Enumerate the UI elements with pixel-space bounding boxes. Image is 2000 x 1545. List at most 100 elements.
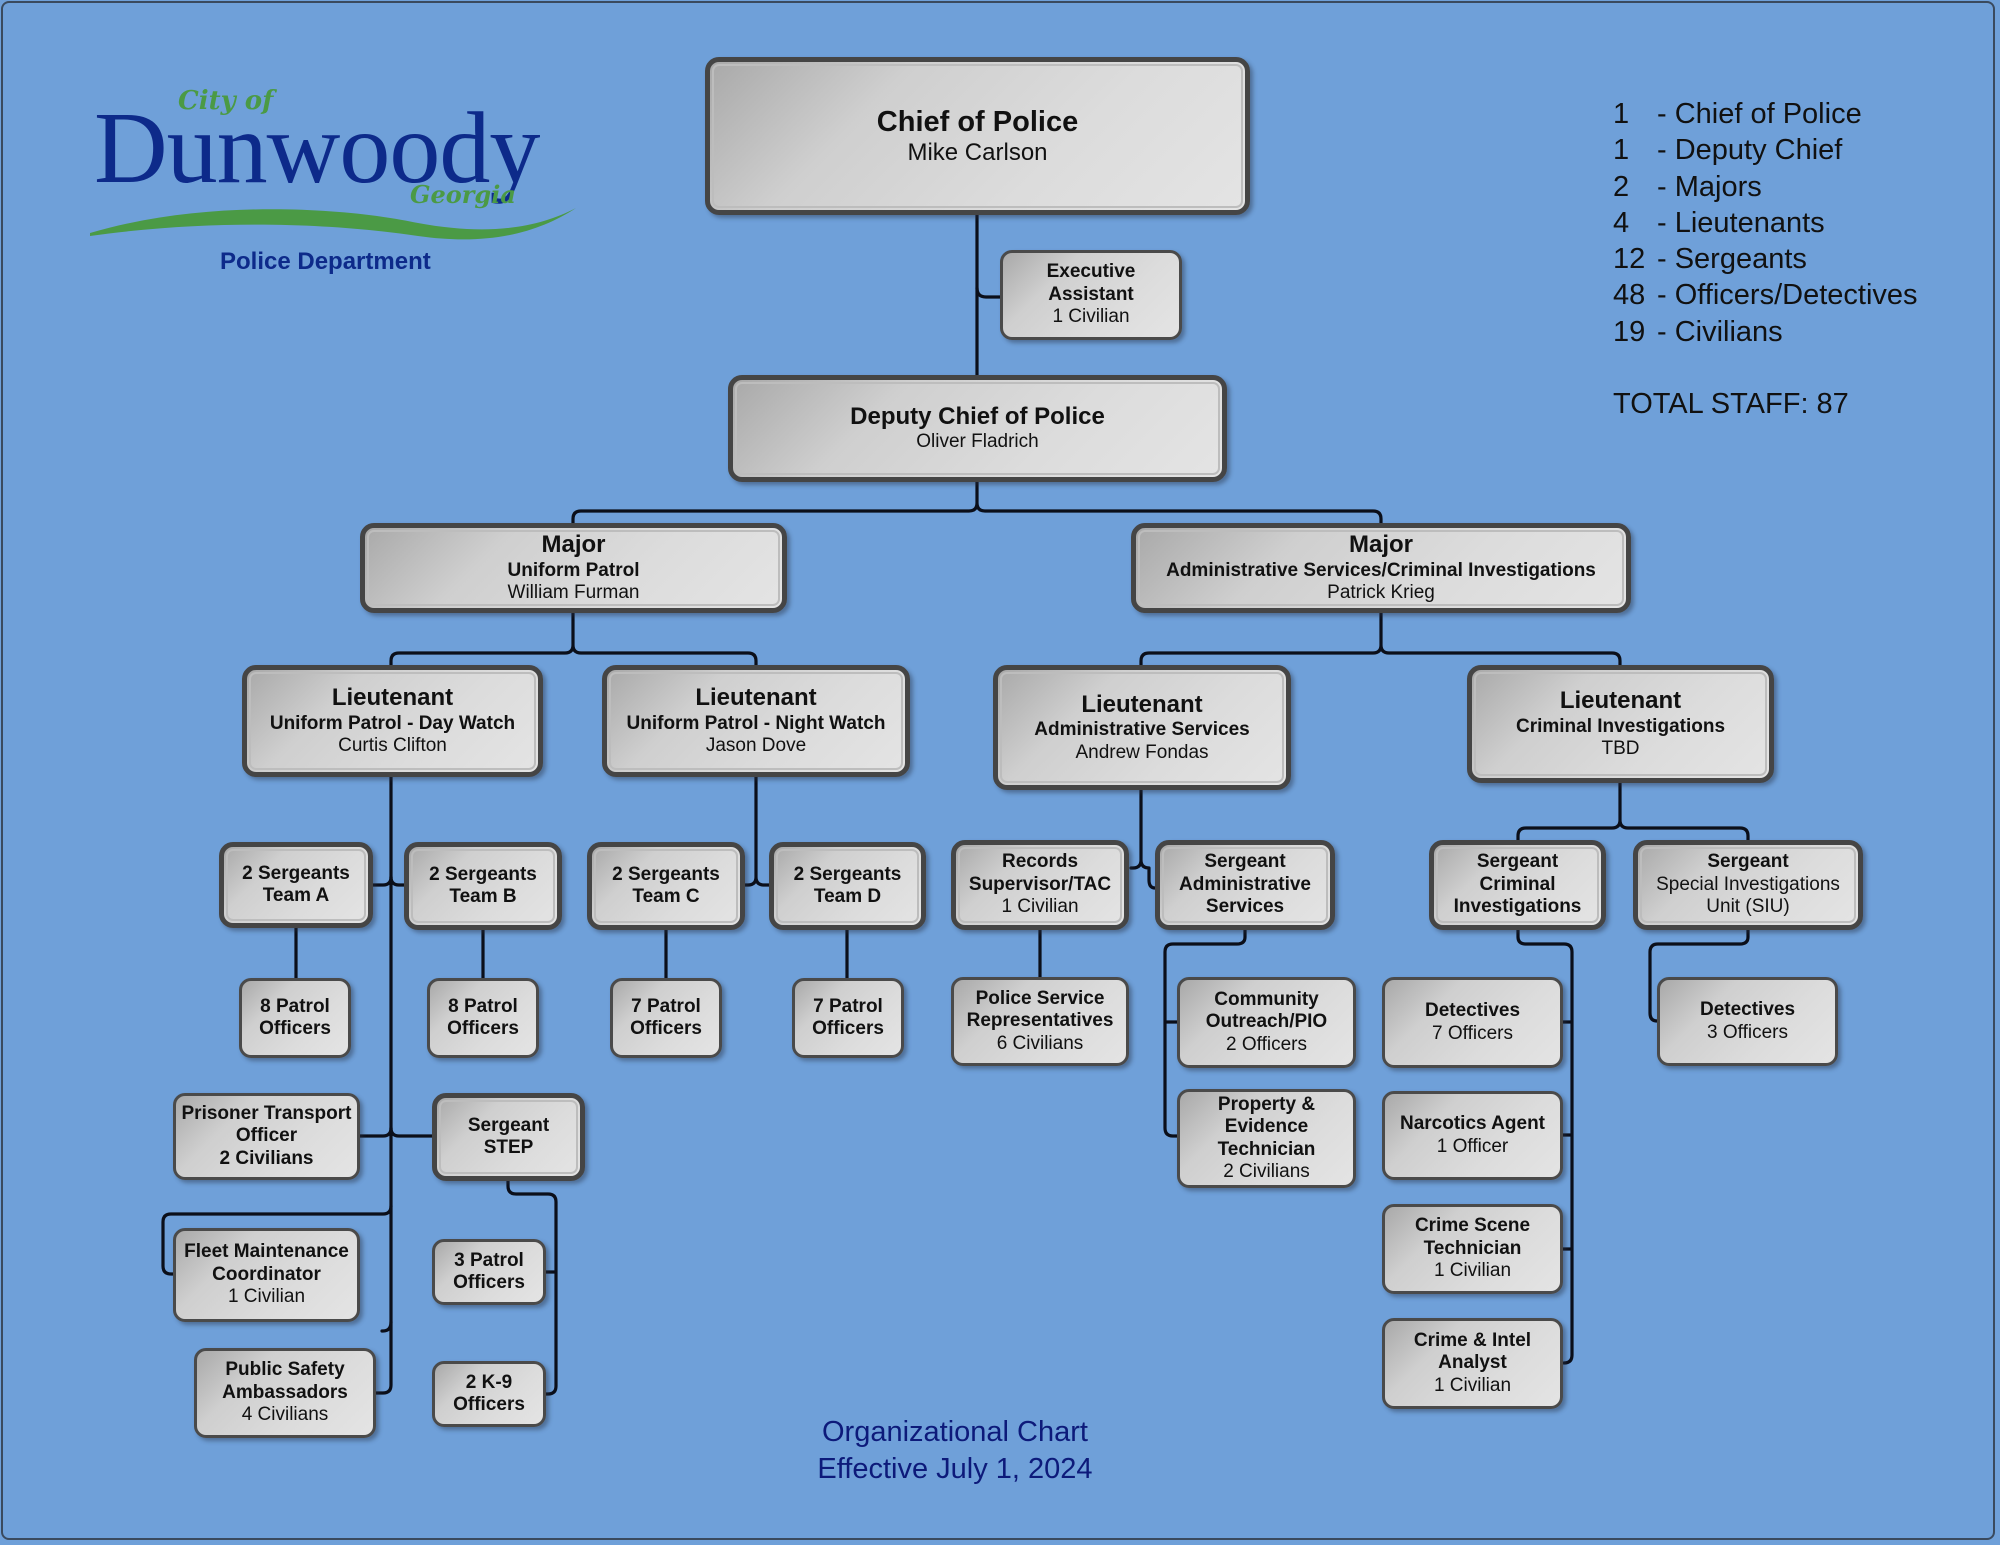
node-detectives-ci[interactable]: Detectives 7 Officers xyxy=(1382,977,1563,1068)
node-line1: 2 Sergeants xyxy=(242,862,350,884)
node-lt-night-watch[interactable]: Lieutenant Uniform Patrol - Night Watch … xyxy=(602,665,910,777)
node-police-service-reps[interactable]: Police Service Representatives 6 Civilia… xyxy=(951,977,1129,1066)
legend-row: 19 - Civilians xyxy=(1613,314,1918,350)
node-title: Executive Assistant xyxy=(1046,261,1136,305)
node-line2: Analyst xyxy=(1438,1352,1507,1374)
node-name: Curtis Clifton xyxy=(338,735,447,757)
node-lt-criminal-investigations[interactable]: Lieutenant Criminal Investigations TBD xyxy=(1467,665,1774,783)
node-name: Mike Carlson xyxy=(907,138,1048,166)
node-line2: Team D xyxy=(813,886,882,907)
node-line3: Services xyxy=(1205,896,1285,918)
node-line2: Team A xyxy=(262,885,330,906)
node-detectives-siu[interactable]: Detectives 3 Officers xyxy=(1657,977,1838,1066)
node-patrol-officers-a[interactable]: 8 Patrol Officers xyxy=(239,978,351,1058)
node-patrol-officers-d[interactable]: 7 Patrol Officers xyxy=(792,978,904,1058)
connector-major-as-lts xyxy=(1139,611,1622,667)
node-line1: 2 K-9 xyxy=(465,1371,513,1393)
legend-count: 1 xyxy=(1613,134,1630,167)
node-line1: Public Safety xyxy=(225,1359,345,1381)
connector-prisoner xyxy=(358,1126,393,1138)
legend-count: 48 xyxy=(1613,279,1646,312)
node-sergeant-siu[interactable]: Sergeant Special Investigations Unit (SI… xyxy=(1633,840,1863,930)
node-crime-scene-technician[interactable]: Crime Scene Technician 1 Civilian xyxy=(1382,1204,1563,1294)
node-line2: Team B xyxy=(449,886,517,907)
node-line1: Records xyxy=(1001,851,1079,873)
node-staff: 3 Officers xyxy=(1707,1021,1788,1043)
legend-count: 1 xyxy=(1613,98,1630,130)
node-crime-intel-analyst[interactable]: Crime & Intel Analyst 1 Civilian xyxy=(1382,1318,1563,1409)
node-line2: Representatives xyxy=(966,1010,1114,1032)
node-step-patrol-officers[interactable]: 3 Patrol Officers xyxy=(432,1239,546,1305)
node-line2: Supervisor/TAC xyxy=(968,873,1112,895)
node-unit: Uniform Patrol - Day Watch xyxy=(269,712,516,734)
legend-label: - Civilians xyxy=(1657,315,1783,348)
node-line2: Officer xyxy=(235,1125,298,1147)
node-title: Deputy Chief of Police xyxy=(850,403,1105,431)
node-line1: 8 Patrol xyxy=(448,995,518,1017)
node-title: Lieutenant xyxy=(331,684,454,712)
node-title: Lieutenant xyxy=(1081,690,1203,718)
node-lt-day-watch[interactable]: Lieutenant Uniform Patrol - Day Watch Cu… xyxy=(242,665,543,777)
node-staff: 1 Civilian xyxy=(1001,896,1079,918)
node-unit: Administrative Services/Criminal Investi… xyxy=(1166,559,1596,581)
node-step-k9-officers[interactable]: 2 K-9 Officers xyxy=(432,1361,546,1427)
node-line2: STEP xyxy=(483,1137,534,1158)
node-fleet-maintenance[interactable]: Fleet Maintenance Coordinator 1 Civilian xyxy=(173,1228,360,1322)
legend-label: - Lieutenants xyxy=(1657,206,1825,239)
node-sergeant-criminal-investigations[interactable]: Sergeant Criminal Investigations xyxy=(1429,840,1606,930)
node-lt-admin-services[interactable]: Lieutenant Administrative Services Andre… xyxy=(993,665,1291,790)
node-property-evidence[interactable]: Property & Evidence Technician 2 Civilia… xyxy=(1177,1089,1356,1188)
node-name: Oliver Fladrich xyxy=(916,431,1039,453)
legend-label: - Officers/Detectives xyxy=(1657,279,1918,312)
footer-effective-date: Effective July 1, 2024 xyxy=(817,1453,1093,1485)
node-major-uniform-patrol[interactable]: Major Uniform Patrol William Furman xyxy=(360,523,787,613)
node-staff: 1 Civilian xyxy=(227,1286,306,1308)
node-community-outreach[interactable]: Community Outreach/PIO 2 Officers xyxy=(1177,977,1356,1068)
node-staff: 2 Civilians xyxy=(1223,1160,1310,1182)
node-chief-of-police[interactable]: Chief of Police Mike Carlson xyxy=(705,57,1250,215)
node-staff: 7 Officers xyxy=(1432,1022,1513,1044)
node-unit: Administrative Services xyxy=(1034,719,1250,741)
node-records-supervisor[interactable]: Records Supervisor/TAC 1 Civilian xyxy=(951,840,1129,930)
legend-count: 12 xyxy=(1613,243,1646,276)
node-prisoner-transport[interactable]: Prisoner Transport Officer 2 Civilians xyxy=(173,1093,360,1180)
logo-swoosh-icon xyxy=(90,208,576,240)
node-sergeant-admin-services[interactable]: Sergeant Administrative Services xyxy=(1155,840,1335,930)
connector-major-up-lts xyxy=(389,611,758,667)
node-patrol-officers-c[interactable]: 7 Patrol Officers xyxy=(610,978,722,1058)
node-name: Andrew Fondas xyxy=(1075,741,1209,763)
node-title: Major xyxy=(541,531,606,559)
legend-row: 12 - Sergeants xyxy=(1613,241,1918,277)
legend-count: 2 xyxy=(1613,170,1630,203)
node-line2: Criminal xyxy=(1479,873,1556,895)
node-executive-assistant[interactable]: Executive Assistant 1 Civilian xyxy=(1000,250,1182,340)
node-narcotics-agent[interactable]: Narcotics Agent 1 Officer xyxy=(1382,1091,1563,1180)
connector-lt-ci-trunk xyxy=(1516,781,1750,842)
node-patrol-officers-b[interactable]: 8 Patrol Officers xyxy=(427,978,539,1058)
node-line1: 2 Sergeants xyxy=(429,863,537,885)
node-sergeants-team-a[interactable]: 2 Sergeants Team A xyxy=(219,842,373,928)
node-deputy-chief[interactable]: Deputy Chief of Police Oliver Fladrich xyxy=(728,375,1227,482)
node-line1: Sergeant xyxy=(1476,851,1559,873)
node-public-safety-ambassadors[interactable]: Public Safety Ambassadors 4 Civilians xyxy=(194,1348,376,1438)
node-sergeants-team-b[interactable]: 2 Sergeants Team B xyxy=(404,842,562,930)
node-staff: 1 Officer xyxy=(1436,1135,1509,1157)
node-sergeant-step[interactable]: Sergeant STEP xyxy=(432,1093,585,1181)
node-name: William Furman xyxy=(507,582,640,604)
node-line2: Officers xyxy=(447,1018,519,1039)
legend-label: - Majors xyxy=(1657,170,1762,203)
node-sergeants-team-d[interactable]: 2 Sergeants Team D xyxy=(769,842,926,930)
staff-legend: 1 - Chief of Police 1 - Deputy Chief 2 - Ma… xyxy=(1613,96,1918,422)
node-sergeants-team-c[interactable]: 2 Sergeants Team C xyxy=(587,842,745,930)
node-line1: 2 Sergeants xyxy=(793,863,902,885)
connector-sgt-step xyxy=(389,1126,434,1138)
connector-psa xyxy=(374,1320,393,1395)
node-line2: Officers xyxy=(453,1272,525,1293)
chart-footer: Organizational Chart Effective July 1, 2… xyxy=(760,1414,1150,1488)
node-line1: 8 Patrol xyxy=(260,995,330,1017)
node-line2: Special Investigations xyxy=(1656,873,1840,895)
connector-exec-assistant xyxy=(975,286,1002,299)
node-unit: Criminal Investigations xyxy=(1515,715,1726,737)
legend-label: - Deputy Chief xyxy=(1657,134,1843,167)
node-major-admin-criminal[interactable]: Major Administrative Services/Criminal I… xyxy=(1131,523,1631,613)
